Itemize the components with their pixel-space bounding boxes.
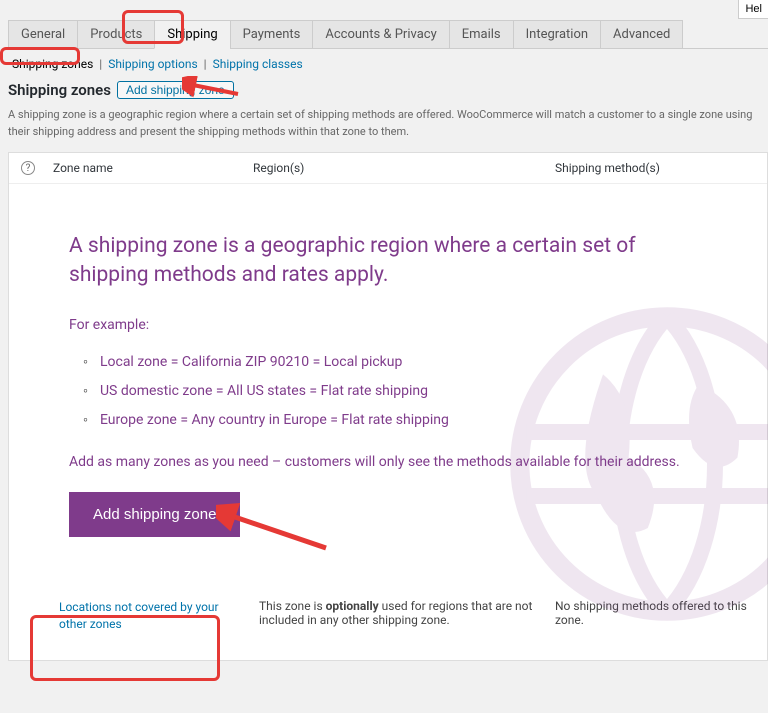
add-shipping-zone-button-large[interactable]: Add shipping zone — [69, 492, 240, 537]
tab-integration[interactable]: Integration — [513, 20, 601, 49]
tab-emails[interactable]: Emails — [449, 20, 514, 49]
page-description: A shipping zone is a geographic region w… — [0, 103, 768, 152]
tab-advanced[interactable]: Advanced — [600, 20, 683, 49]
col-shipping-methods: Shipping method(s) — [555, 161, 755, 175]
page-title: Shipping zones — [8, 81, 111, 99]
help-icon[interactable]: ? — [21, 161, 35, 175]
footer-zone-cell: Locations not covered by your other zone… — [59, 599, 259, 633]
tab-shipping[interactable]: Shipping — [154, 20, 230, 49]
table-header: ? Zone name Region(s) Shipping method(s) — [9, 153, 767, 184]
shipping-subtabs: Shipping zones | Shipping options | Ship… — [0, 49, 768, 77]
heading-row: Shipping zones Add shipping zone — [0, 77, 768, 103]
subtab-classes[interactable]: Shipping classes — [213, 57, 303, 71]
col-zone-name: Zone name — [53, 161, 253, 175]
separator: | — [204, 57, 207, 71]
tab-payments[interactable]: Payments — [230, 20, 314, 49]
globe-icon — [507, 304, 768, 624]
optionally-bold: optionally — [326, 599, 379, 613]
locations-not-covered-link[interactable]: Locations not covered by your other zone… — [59, 599, 219, 633]
empty-lead: A shipping zone is a geographic region w… — [69, 232, 707, 291]
separator: | — [99, 57, 102, 71]
col-regions: Region(s) — [253, 161, 555, 175]
subtab-options[interactable]: Shipping options — [108, 57, 197, 71]
settings-tabs: General Products Shipping Payments Accou… — [8, 0, 768, 49]
add-shipping-zone-button-small[interactable]: Add shipping zone — [117, 81, 234, 99]
optionally-text-pre: This zone is — [259, 599, 326, 613]
subtab-zones[interactable]: Shipping zones — [12, 57, 93, 71]
tab-general[interactable]: General — [8, 20, 78, 49]
help-button[interactable]: Hel — [738, 0, 768, 19]
shipping-zones-table: ? Zone name Region(s) Shipping method(s)… — [8, 152, 768, 661]
tab-accounts[interactable]: Accounts & Privacy — [312, 20, 449, 49]
empty-state: A shipping zone is a geographic region w… — [9, 184, 767, 585]
tab-products[interactable]: Products — [77, 20, 155, 49]
